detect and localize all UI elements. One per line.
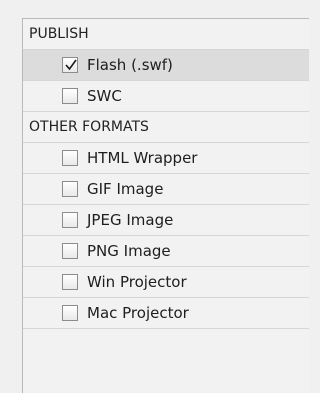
win-projector-checkbox[interactable] xyxy=(62,274,78,290)
format-item-label: HTML Wrapper xyxy=(87,149,198,167)
format-item-label: Flash (.swf) xyxy=(87,56,173,74)
format-item-jpeg-image[interactable]: JPEG Image xyxy=(23,205,309,236)
flash-swf-checkbox[interactable] xyxy=(62,57,78,73)
format-item-label: Win Projector xyxy=(87,273,187,291)
jpeg-image-checkbox[interactable] xyxy=(62,212,78,228)
format-item-gif-image[interactable]: GIF Image xyxy=(23,174,309,205)
format-item-label: Mac Projector xyxy=(87,304,189,322)
publish-targets-panel: PUBLISH Flash (.swf) SWC OTHER FORMATS H… xyxy=(22,18,309,393)
section-header-label: OTHER FORMATS xyxy=(29,119,149,135)
format-item-mac-projector[interactable]: Mac Projector xyxy=(23,298,309,329)
format-item-win-projector[interactable]: Win Projector xyxy=(23,267,309,298)
mac-projector-checkbox[interactable] xyxy=(62,305,78,321)
swc-checkbox[interactable] xyxy=(62,88,78,104)
section-header-publish: PUBLISH xyxy=(23,19,309,50)
format-item-png-image[interactable]: PNG Image xyxy=(23,236,309,267)
format-item-swc[interactable]: SWC xyxy=(23,81,309,112)
format-item-label: PNG Image xyxy=(87,242,171,260)
section-header-label: PUBLISH xyxy=(29,26,89,42)
gif-image-checkbox[interactable] xyxy=(62,181,78,197)
format-item-label: GIF Image xyxy=(87,180,164,198)
format-item-label: JPEG Image xyxy=(87,211,174,229)
format-item-label: SWC xyxy=(87,87,122,105)
html-wrapper-checkbox[interactable] xyxy=(62,150,78,166)
format-item-flash-swf[interactable]: Flash (.swf) xyxy=(23,50,309,81)
checkmark-icon xyxy=(65,59,77,71)
section-header-other-formats: OTHER FORMATS xyxy=(23,112,309,143)
format-item-html-wrapper[interactable]: HTML Wrapper xyxy=(23,143,309,174)
png-image-checkbox[interactable] xyxy=(62,243,78,259)
